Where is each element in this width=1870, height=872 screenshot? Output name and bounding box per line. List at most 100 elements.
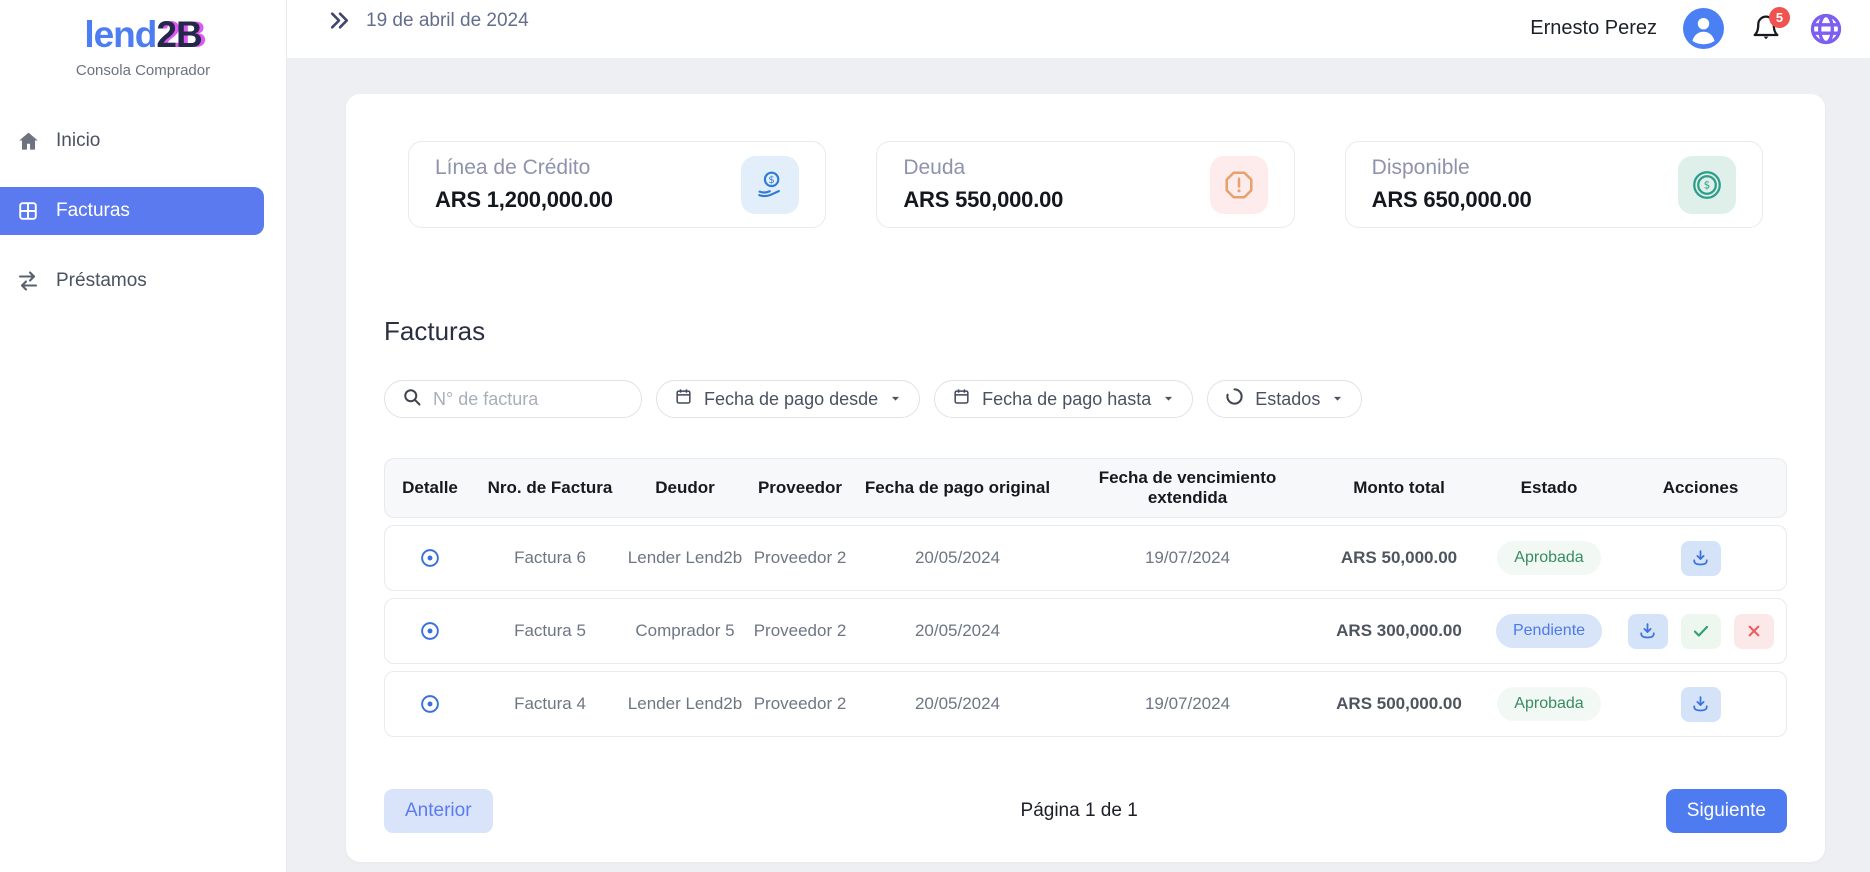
cell-invoice: Factura 6	[475, 548, 625, 568]
chevron-down-icon	[1162, 389, 1175, 410]
filter-date-to[interactable]: Fecha de pago hasta	[934, 380, 1193, 418]
brand-name-2b: 2B	[156, 14, 201, 55]
topbar: 19 de abril de 2024 Ernesto Perez 5	[287, 0, 1870, 58]
sidebar-nav: Inicio Facturas Préstamos	[0, 117, 286, 305]
search-input[interactable]	[433, 389, 624, 410]
table-header: Detalle Nro. de Factura Deudor Proveedor…	[384, 458, 1787, 518]
column-header: Nro. de Factura	[475, 478, 625, 498]
card-value: ARS 650,000.00	[1372, 187, 1532, 213]
column-header: Fecha de vencimiento extendida	[1060, 468, 1315, 508]
status-circle-icon	[1225, 387, 1244, 411]
cell-invoice: Factura 5	[475, 621, 625, 641]
previous-page-button[interactable]: Anterior	[384, 789, 493, 833]
column-header: Proveedor	[745, 478, 855, 498]
calendar-icon	[674, 387, 693, 411]
status-badge: Aprobada	[1497, 687, 1600, 721]
table-row: Factura 6 Lender Lend2b Proveedor 2 20/0…	[384, 525, 1787, 591]
view-detail-button[interactable]	[419, 620, 441, 642]
cell-amount: ARS 500,000.00	[1315, 694, 1483, 714]
brand-name: lend2B	[10, 14, 276, 56]
content-panel: Línea de Crédito ARS 1,200,000.00 $ Deud…	[346, 94, 1825, 862]
table-row: Factura 5 Comprador 5 Proveedor 2 20/05/…	[384, 598, 1787, 664]
filter-date-from[interactable]: Fecha de pago desde	[656, 380, 920, 418]
download-button[interactable]	[1681, 687, 1721, 722]
eye-icon	[419, 693, 441, 715]
filter-label: Estados	[1255, 389, 1320, 410]
card-deuda: Deuda ARS 550,000.00	[876, 141, 1294, 228]
card-value: ARS 550,000.00	[903, 187, 1063, 213]
brand-logo: lend2B Consola Comprador	[0, 0, 286, 79]
next-page-button[interactable]: Siguiente	[1666, 789, 1787, 833]
cell-amount: ARS 300,000.00	[1315, 621, 1483, 641]
cell-original-date: 20/05/2024	[855, 621, 1060, 641]
chevron-down-icon	[1331, 389, 1344, 410]
globe-icon	[1808, 11, 1844, 47]
alert-octagon-icon	[1210, 156, 1268, 214]
cell-provider: Proveedor 2	[745, 694, 855, 714]
filter-label: Fecha de pago hasta	[982, 389, 1151, 410]
table-row: Factura 4 Lender Lend2b Proveedor 2 20/0…	[384, 671, 1787, 737]
main-content: Línea de Crédito ARS 1,200,000.00 $ Deud…	[287, 58, 1870, 872]
card-value: ARS 1,200,000.00	[435, 187, 613, 213]
pagination: Anterior Página 1 de 1 Siguiente	[384, 789, 1787, 833]
reject-button[interactable]	[1734, 614, 1774, 649]
cell-extended-date: 19/07/2024	[1060, 694, 1315, 714]
status-badge: Pendiente	[1496, 614, 1602, 648]
sidebar-item-prestamos[interactable]: Préstamos	[0, 257, 264, 305]
double-chevron-right-icon[interactable]	[327, 8, 352, 33]
svg-text:$: $	[769, 175, 775, 186]
calendar-icon	[952, 387, 971, 411]
download-button[interactable]	[1681, 541, 1721, 576]
page-info: Página 1 de 1	[493, 800, 1666, 822]
cell-extended-date: 19/07/2024	[1060, 548, 1315, 568]
status-badge: Aprobada	[1497, 541, 1600, 575]
cell-debtor: Lender Lend2b	[625, 694, 745, 714]
sidebar-item-label: Inicio	[56, 130, 100, 152]
approve-button[interactable]	[1681, 614, 1721, 649]
cell-provider: Proveedor 2	[745, 548, 855, 568]
column-header: Detalle	[385, 478, 475, 498]
column-header: Estado	[1483, 478, 1615, 498]
sidebar-item-facturas[interactable]: Facturas	[0, 187, 264, 235]
language-button[interactable]	[1808, 11, 1844, 47]
filter-label: Fecha de pago desde	[704, 389, 878, 410]
check-icon	[1691, 621, 1711, 641]
close-icon	[1745, 622, 1763, 640]
column-header: Monto total	[1315, 478, 1483, 498]
notifications-button[interactable]: 5	[1750, 13, 1782, 45]
cell-amount: ARS 50,000.00	[1315, 548, 1483, 568]
summary-cards: Línea de Crédito ARS 1,200,000.00 $ Deud…	[408, 141, 1763, 228]
filter-states[interactable]: Estados	[1207, 380, 1362, 418]
cell-original-date: 20/05/2024	[855, 694, 1060, 714]
search-icon	[402, 387, 422, 412]
page-title: Facturas	[384, 316, 1787, 346]
swap-arrows-icon	[16, 269, 40, 293]
sidebar-item-inicio[interactable]: Inicio	[0, 117, 264, 165]
cell-provider: Proveedor 2	[745, 621, 855, 641]
invoice-search[interactable]	[384, 380, 642, 418]
sidebar-item-label: Préstamos	[56, 270, 147, 292]
avatar[interactable]	[1683, 8, 1724, 49]
user-name: Ernesto Perez	[1530, 17, 1657, 40]
view-detail-button[interactable]	[419, 547, 441, 569]
column-header: Acciones	[1615, 478, 1786, 498]
sidebar: lend2B Consola Comprador Inicio Facturas…	[0, 0, 287, 872]
cell-invoice: Factura 4	[475, 694, 625, 714]
view-detail-button[interactable]	[419, 693, 441, 715]
coin-circles-icon: $	[1678, 156, 1736, 214]
download-button[interactable]	[1628, 614, 1668, 649]
filters-bar: Fecha de pago desde Fecha de pago hasta	[384, 380, 1787, 418]
grid-icon	[16, 199, 40, 223]
hand-coin-icon: $	[741, 156, 799, 214]
card-label: Deuda	[903, 156, 1063, 180]
svg-text:$: $	[1704, 178, 1711, 191]
column-header: Deudor	[625, 478, 745, 498]
cell-debtor: Lender Lend2b	[625, 548, 745, 568]
notification-badge: 5	[1769, 7, 1790, 28]
download-icon	[1690, 548, 1711, 569]
cell-debtor: Comprador 5	[625, 621, 745, 641]
avatar-icon	[1683, 8, 1724, 49]
card-linea-de-credito: Línea de Crédito ARS 1,200,000.00 $	[408, 141, 826, 228]
download-icon	[1690, 694, 1711, 715]
download-icon	[1637, 621, 1658, 642]
